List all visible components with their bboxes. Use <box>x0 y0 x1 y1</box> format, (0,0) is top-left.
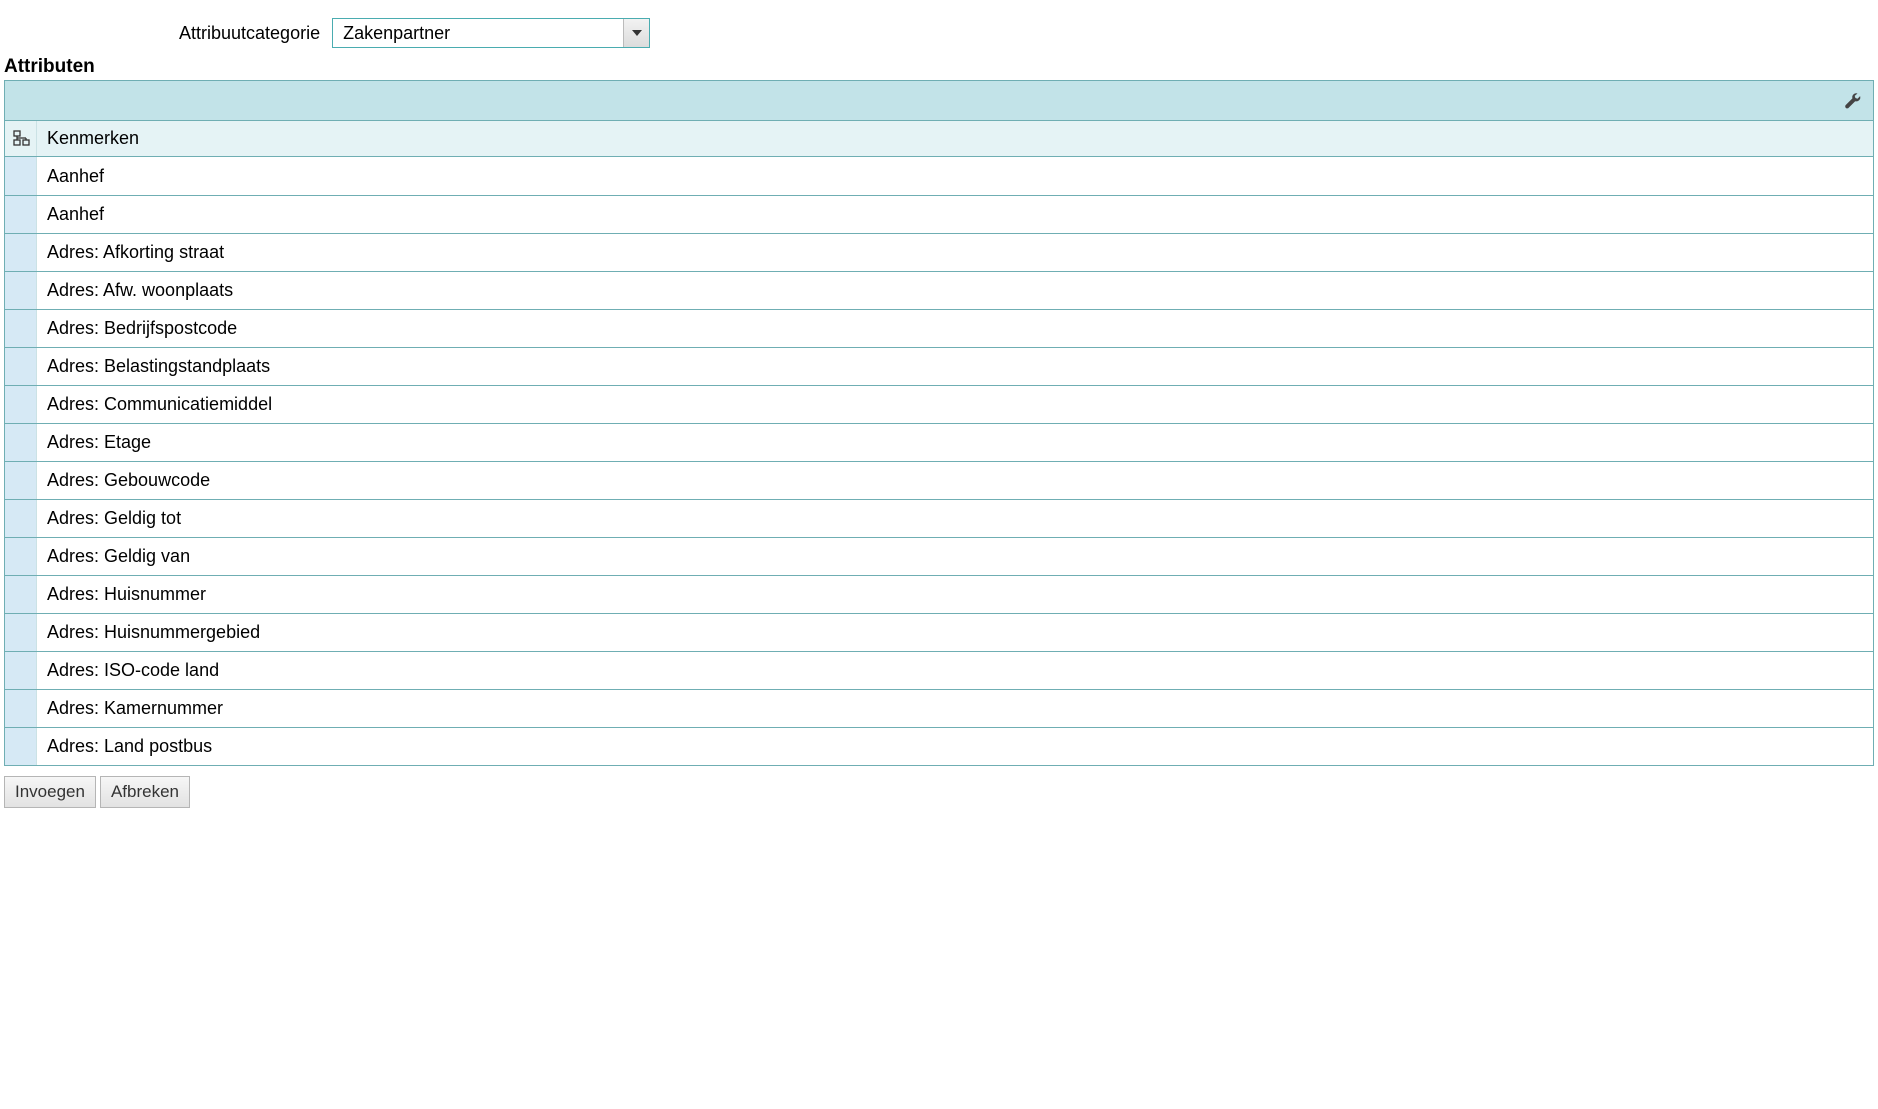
insert-button[interactable]: Invoegen <box>4 776 96 808</box>
row-selector[interactable] <box>5 500 37 537</box>
wrench-icon <box>1843 91 1863 111</box>
attribute-category-dropdown[interactable]: Zakenpartner <box>332 18 650 48</box>
table-row[interactable]: Adres: Huisnummer <box>5 575 1873 613</box>
row-selector[interactable] <box>5 462 37 499</box>
kenmerken-column-header[interactable]: Kenmerken <box>37 121 1873 156</box>
row-selector[interactable] <box>5 348 37 385</box>
table-row[interactable]: Adres: Belastingstandplaats <box>5 347 1873 385</box>
row-label: Adres: Belastingstandplaats <box>37 348 1873 385</box>
table-row[interactable]: Adres: Huisnummergebied <box>5 613 1873 651</box>
row-label: Adres: Afw. woonplaats <box>37 272 1873 309</box>
chevron-down-icon <box>631 29 643 37</box>
row-selector[interactable] <box>5 652 37 689</box>
row-selector[interactable] <box>5 310 37 347</box>
row-selector[interactable] <box>5 728 37 765</box>
row-label: Adres: Bedrijfspostcode <box>37 310 1873 347</box>
attributes-grid: Kenmerken AanhefAanhefAdres: Afkorting s… <box>4 80 1874 766</box>
row-selector[interactable] <box>5 576 37 613</box>
row-label: Adres: Gebouwcode <box>37 462 1873 499</box>
button-bar: Invoegen Afbreken <box>4 776 1874 808</box>
table-row[interactable]: Aanhef <box>5 195 1873 233</box>
row-label: Adres: Huisnummergebied <box>37 614 1873 651</box>
row-selector[interactable] <box>5 272 37 309</box>
grid-header: Kenmerken <box>5 121 1873 157</box>
row-label: Adres: Afkorting straat <box>37 234 1873 271</box>
row-selector[interactable] <box>5 386 37 423</box>
cancel-button[interactable]: Afbreken <box>100 776 190 808</box>
table-row[interactable]: Adres: Afw. woonplaats <box>5 271 1873 309</box>
row-selector[interactable] <box>5 424 37 461</box>
row-selector[interactable] <box>5 614 37 651</box>
table-row[interactable]: Adres: Kamernummer <box>5 689 1873 727</box>
dropdown-arrow-button[interactable] <box>623 19 649 47</box>
row-selector[interactable] <box>5 690 37 727</box>
row-label: Aanhef <box>37 157 1873 195</box>
hierarchy-icon <box>12 130 30 148</box>
hierarchy-column-header[interactable] <box>5 121 37 156</box>
table-row[interactable]: Adres: Geldig tot <box>5 499 1873 537</box>
row-label: Adres: Land postbus <box>37 728 1873 765</box>
row-label: Aanhef <box>37 196 1873 233</box>
row-selector[interactable] <box>5 538 37 575</box>
attribute-category-label: Attribuutcategorie <box>179 23 320 44</box>
row-label: Adres: Huisnummer <box>37 576 1873 613</box>
row-label: Adres: Geldig van <box>37 538 1873 575</box>
row-selector[interactable] <box>5 196 37 233</box>
row-label: Adres: Communicatiemiddel <box>37 386 1873 423</box>
row-label: Adres: Etage <box>37 424 1873 461</box>
table-row[interactable]: Adres: Geldig van <box>5 537 1873 575</box>
table-row[interactable]: Aanhef <box>5 157 1873 195</box>
row-selector[interactable] <box>5 234 37 271</box>
row-selector[interactable] <box>5 157 37 195</box>
grid-body[interactable]: AanhefAanhefAdres: Afkorting straatAdres… <box>5 157 1873 765</box>
attributes-section-title: Attributen <box>4 56 1874 78</box>
table-row[interactable]: Adres: Gebouwcode <box>5 461 1873 499</box>
table-row[interactable]: Adres: Afkorting straat <box>5 233 1873 271</box>
table-row[interactable]: Adres: Etage <box>5 423 1873 461</box>
row-label: Adres: ISO-code land <box>37 652 1873 689</box>
attribute-category-value: Zakenpartner <box>333 19 623 47</box>
table-row[interactable]: Adres: Communicatiemiddel <box>5 385 1873 423</box>
table-row[interactable]: Adres: Bedrijfspostcode <box>5 309 1873 347</box>
table-row[interactable]: Adres: Land postbus <box>5 727 1873 765</box>
row-label: Adres: Geldig tot <box>37 500 1873 537</box>
settings-button[interactable] <box>1839 87 1867 115</box>
grid-toolbar <box>5 81 1873 121</box>
row-label: Adres: Kamernummer <box>37 690 1873 727</box>
table-row[interactable]: Adres: ISO-code land <box>5 651 1873 689</box>
